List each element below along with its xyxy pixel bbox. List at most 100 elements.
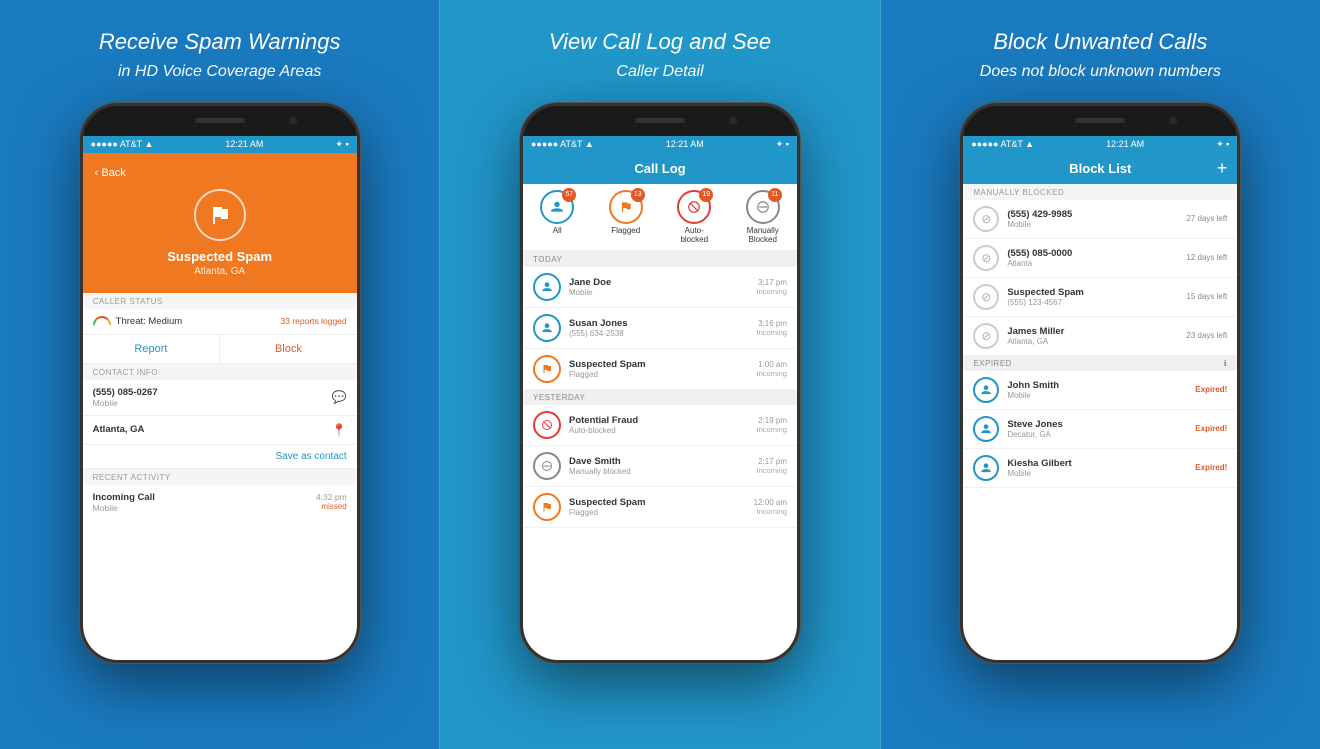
call-fraud-sub: Auto-blocked: [569, 426, 757, 435]
filter-manualblocked[interactable]: 11 ManuallyBlocked: [728, 184, 797, 250]
block-icon-3: ⊘: [973, 323, 999, 349]
threat-row: Threat: Medium 33 reports logged: [83, 309, 357, 335]
call-spam-today[interactable]: Suspected Spam Flagged 1:00 am Incoming: [523, 349, 797, 390]
call-susan-info: Susan Jones (555) 634-2538: [569, 318, 757, 338]
panel1-title: Receive Spam Warnings: [99, 28, 341, 57]
activity-time-val: 4:32 pm: [316, 492, 347, 502]
call-log-nav: Call Log: [523, 153, 797, 184]
call-dave-icon: [533, 452, 561, 480]
phone-contact-row: (555) 085-0267 Mobile 💬: [83, 380, 357, 416]
avatar-steve: [973, 416, 999, 442]
expired-header: EXPIRED ℹ: [963, 356, 1237, 371]
call-jane-info: Jane Doe Mobile: [569, 277, 757, 297]
today-header: TODAY: [523, 252, 797, 267]
block-button[interactable]: Block: [220, 335, 357, 363]
phone-2: ●●●●● AT&T ▲ 12:21 AM ✦ ▪ Call Log 57 Al…: [520, 103, 800, 663]
expired-label: EXPIRED: [973, 359, 1012, 368]
expired-steve-info: Steve Jones Decatur, GA: [1007, 419, 1195, 439]
expired-steve-sub: Decatur, GA: [1007, 430, 1195, 439]
call-spam-yesterday[interactable]: Suspected Spam Flagged 12:00 am Incoming: [523, 487, 797, 528]
status-bar-3: ●●●●● AT&T ▲ 12:21 AM ✦ ▪: [963, 136, 1237, 153]
call-susan-jones[interactable]: Susan Jones (555) 634-2538 3:16 pm Incom…: [523, 308, 797, 349]
filter-autoblocked[interactable]: 19 Auto-blocked: [660, 184, 729, 250]
block-days-0: 27 days left: [1186, 214, 1227, 223]
block-name-1: (555) 085-0000: [1007, 248, 1186, 259]
call-spam-today-icon: [533, 355, 561, 383]
add-block-button[interactable]: +: [1217, 158, 1228, 179]
call-fraud[interactable]: Potential Fraud Auto-blocked 2:19 pm Inc…: [523, 405, 797, 446]
expired-john-smith[interactable]: John Smith Mobile Expired!: [963, 371, 1237, 410]
spam-location: Atlanta, GA: [194, 266, 245, 277]
phone-number: (555) 085-0267: [93, 387, 158, 398]
time-3: 12:21 AM: [1106, 139, 1144, 149]
yesterday-header: YESTERDAY: [523, 390, 797, 405]
block-icon-1: ⊘: [973, 245, 999, 271]
block-list-title: Block List: [1069, 161, 1131, 176]
message-icon[interactable]: 💬: [332, 390, 347, 404]
expired-kiesha[interactable]: Kiesha Gilbert Mobile Expired!: [963, 449, 1237, 488]
filter-all-label: All: [553, 226, 562, 235]
expired-kiesha-sub: Mobile: [1007, 469, 1195, 478]
threat-icon: [93, 316, 111, 326]
block-row-2[interactable]: ⊘ Suspected Spam (555) 123-4567 15 days …: [963, 278, 1237, 317]
block-days-1: 12 days left: [1186, 253, 1227, 262]
block-sub-0: Mobile: [1007, 220, 1186, 229]
block-info-1: (555) 085-0000 Atlanta: [1007, 248, 1186, 268]
action-buttons: Report Block: [83, 335, 357, 364]
block-sub-1: Atlanta: [1007, 259, 1186, 268]
block-name-2: Suspected Spam: [1007, 287, 1186, 298]
call-dave-time: 2:17 pm Incoming: [757, 457, 787, 475]
filter-manualblocked-icon: 11: [746, 190, 780, 224]
carrier-1: ●●●●● AT&T ▲: [91, 139, 154, 149]
panel2-subtitle: Caller Detail: [616, 63, 703, 81]
expired-john-status: Expired!: [1195, 385, 1227, 394]
phone-number-info: (555) 085-0267 Mobile: [93, 387, 158, 408]
block-row-1[interactable]: ⊘ (555) 085-0000 Atlanta 12 days left: [963, 239, 1237, 278]
call-fraud-icon: [533, 411, 561, 439]
call-spam-yesterday-name: Suspected Spam: [569, 497, 754, 508]
filter-all-icon: 57: [540, 190, 574, 224]
filter-flagged[interactable]: 13 Flagged: [591, 184, 660, 250]
save-contact-btn[interactable]: Save as contact: [83, 445, 357, 469]
carrier-3: ●●●●● AT&T ▲: [971, 139, 1034, 149]
call-spam-today-sub: Flagged: [569, 370, 757, 379]
call-spam-yesterday-info: Suspected Spam Flagged: [569, 497, 754, 517]
back-button[interactable]: ‹ Back: [95, 167, 126, 179]
panel3-title: Block Unwanted Calls: [993, 28, 1207, 57]
report-button[interactable]: Report: [83, 335, 221, 363]
block-row-0[interactable]: ⊘ (555) 429-9985 Mobile 27 days left: [963, 200, 1237, 239]
call-susan-sub: (555) 634-2538: [569, 329, 757, 338]
activity-sub: Mobile: [93, 503, 155, 513]
camera-1: [289, 117, 297, 125]
icons-1: ✦ ▪: [335, 139, 348, 150]
manually-blocked-header: MANUALLY BLOCKED: [963, 184, 1237, 200]
phone-top-2: [523, 106, 797, 136]
call-susan-name: Susan Jones: [569, 318, 757, 329]
expired-steve-jones[interactable]: Steve Jones Decatur, GA Expired!: [963, 410, 1237, 449]
map-icon[interactable]: 📍: [332, 423, 347, 437]
call-jane-name: Jane Doe: [569, 277, 757, 288]
screen-3: ●●●●● AT&T ▲ 12:21 AM ✦ ▪ Block List + M…: [963, 136, 1237, 660]
spam-icon: [194, 189, 246, 241]
filter-row: 57 All 13 Flagged 19: [523, 184, 797, 252]
call-dave-smith[interactable]: Dave Smith Manually blocked 2:17 pm Inco…: [523, 446, 797, 487]
screen-2: ●●●●● AT&T ▲ 12:21 AM ✦ ▪ Call Log 57 Al…: [523, 136, 797, 660]
block-info-0: (555) 429-9985 Mobile: [1007, 209, 1186, 229]
block-row-3[interactable]: ⊘ James Miller Atlanta, GA 23 days left: [963, 317, 1237, 356]
filter-all[interactable]: 57 All: [523, 184, 592, 250]
activity-name: Incoming Call: [93, 492, 155, 503]
filter-autoblocked-icon: 19: [677, 190, 711, 224]
address-info: Atlanta, GA: [93, 424, 145, 435]
time-2: 12:21 AM: [666, 139, 704, 149]
expired-steve-status: Expired!: [1195, 424, 1227, 433]
phone-3: ●●●●● AT&T ▲ 12:21 AM ✦ ▪ Block List + M…: [960, 103, 1240, 663]
block-sub-2: (555) 123-4567: [1007, 298, 1186, 307]
panel2-title: View Call Log and See: [549, 28, 771, 57]
expired-john-name: John Smith: [1007, 380, 1195, 391]
call-fraud-time: 2:19 pm Incoming: [757, 416, 787, 434]
screen-1: ●●●●● AT&T ▲ 12:21 AM ✦ ▪ ‹ Back Suspect…: [83, 136, 357, 660]
call-jane-doe[interactable]: Jane Doe Mobile 3:17 pm Incoming: [523, 267, 797, 308]
activity-status: missed: [316, 502, 347, 511]
call-jane-time: 3:17 pm Incoming: [757, 278, 787, 296]
filter-flagged-label: Flagged: [611, 226, 640, 235]
